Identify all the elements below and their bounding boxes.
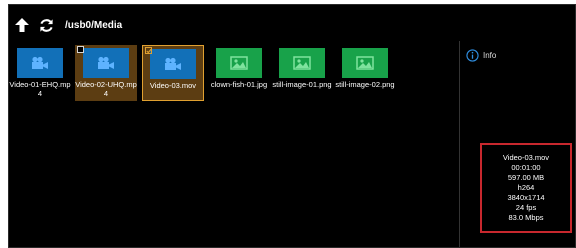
file-tile-video-01[interactable]: Video-01-EHQ.mp4 bbox=[9, 45, 71, 101]
file-name: still-image-02.png bbox=[335, 80, 395, 89]
image-icon bbox=[356, 56, 374, 70]
image-thumbnail bbox=[279, 48, 325, 78]
file-name: clown-fish-01.jpg bbox=[210, 80, 268, 89]
meta-bitrate: 83.0 Mbps bbox=[508, 213, 544, 222]
image-thumbnail bbox=[216, 48, 262, 78]
file-tile-image-02[interactable]: still-image-01.png bbox=[271, 45, 333, 101]
image-icon bbox=[230, 56, 248, 70]
video-camera-icon bbox=[32, 56, 48, 69]
meta-filename: Video-03.mov bbox=[502, 153, 550, 162]
select-checkbox[interactable] bbox=[77, 46, 84, 53]
video-camera-icon bbox=[165, 57, 181, 70]
file-tile-video-02[interactable]: Video-02-UHQ.mp4 bbox=[75, 45, 137, 101]
file-name: still-image-01.png bbox=[272, 80, 332, 89]
meta-framerate: 24 fps bbox=[515, 203, 537, 212]
file-tile-image-01[interactable]: clown-fish-01.jpg bbox=[208, 45, 270, 101]
select-checkbox[interactable] bbox=[145, 47, 152, 54]
up-button[interactable] bbox=[11, 14, 33, 36]
video-thumbnail bbox=[150, 49, 196, 79]
video-thumbnail bbox=[83, 48, 129, 78]
info-icon bbox=[466, 49, 479, 62]
file-name: Video-01-EHQ.mp4 bbox=[9, 80, 71, 98]
current-path: /usb0/Media bbox=[65, 19, 123, 31]
media-browser: /usb0/Media Video-01-EHQ.mp4 Video-02-UH… bbox=[8, 4, 576, 248]
file-metadata: Video-03.mov 00:01:00 597.00 MB h264 384… bbox=[480, 143, 572, 233]
info-header: Info bbox=[466, 49, 496, 62]
file-tile-image-03[interactable]: still-image-02.png bbox=[334, 45, 396, 101]
meta-codec: h264 bbox=[517, 183, 535, 192]
info-title: Info bbox=[483, 51, 497, 60]
image-thumbnail bbox=[342, 48, 388, 78]
info-panel: Info Video-03.mov 00:01:00 597.00 MB h26… bbox=[459, 41, 576, 247]
toolbar: /usb0/Media bbox=[11, 13, 122, 37]
file-grid: Video-01-EHQ.mp4 Video-02-UHQ.mp4 Video-… bbox=[9, 45, 459, 245]
video-thumbnail bbox=[17, 48, 63, 78]
checkmark-icon bbox=[146, 48, 152, 54]
arrow-up-icon bbox=[15, 18, 29, 32]
meta-duration: 00:01:00 bbox=[511, 163, 541, 172]
image-icon bbox=[293, 56, 311, 70]
file-name: Video-02-UHQ.mp4 bbox=[75, 80, 137, 98]
meta-size: 597.00 MB bbox=[507, 173, 545, 182]
refresh-button[interactable] bbox=[35, 14, 57, 36]
meta-resolution: 3840x1714 bbox=[507, 193, 545, 202]
file-tile-video-03[interactable]: Video-03.mov bbox=[142, 45, 204, 101]
refresh-icon bbox=[39, 18, 53, 32]
file-name: Video-03.mov bbox=[149, 81, 197, 90]
video-camera-icon bbox=[98, 56, 114, 69]
